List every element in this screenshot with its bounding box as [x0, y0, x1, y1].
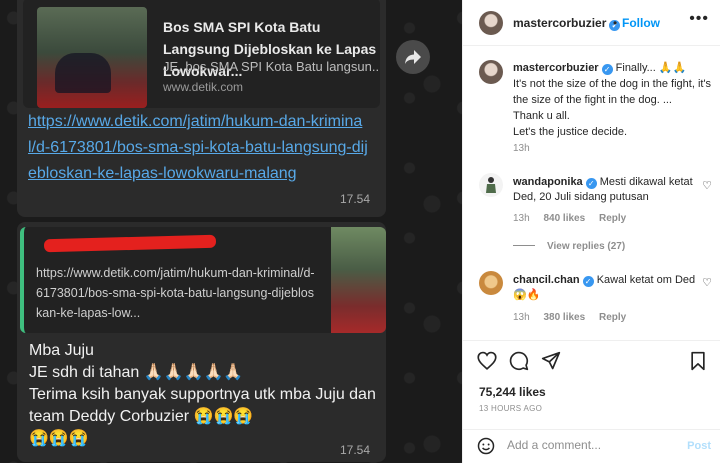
post-actions: 75,244 likes 13 HOURS AGO Post	[463, 340, 720, 463]
comment-likes[interactable]: 840 likes	[543, 213, 585, 224]
header-username[interactable]: mastercorbuzier ✓	[513, 16, 621, 31]
quoted-link-thumbnail	[331, 227, 386, 333]
quoted-link-url: https://www.detik.com/jatim/hukum-dan-kr…	[36, 266, 315, 320]
avatar[interactable]	[479, 11, 503, 35]
likes-count[interactable]: 75,244 likes	[479, 385, 546, 399]
header-separator: •	[613, 16, 618, 30]
comment-timestamp[interactable]: 13h	[513, 213, 530, 224]
post-media-image[interactable]: Bos SMA SPI Kota Batu Langsung Dijeblosk…	[0, 0, 462, 463]
message-line: 😭😭😭	[29, 430, 89, 447]
link-preview-domain: www.detik.com	[163, 80, 244, 94]
redacted-name-bar	[43, 234, 217, 253]
message-text: Mba Juju JE sdh di tahan 🙏🏻🙏🏻🙏🏻🙏🏻🙏🏻 Teri…	[29, 340, 379, 450]
comment-likes[interactable]: 380 likes	[543, 312, 585, 323]
link-preview-card[interactable]: Bos SMA SPI Kota Batu Langsung Dijeblosk…	[23, 0, 380, 108]
quoted-link-preview[interactable]: https://www.detik.com/jatim/hukum-dan-kr…	[20, 227, 386, 333]
username-text: mastercorbuzier	[513, 16, 607, 30]
caption-text-line: Thank u all.	[513, 110, 570, 122]
comment-username[interactable]: chancil.chan	[513, 274, 580, 286]
reply-button[interactable]: Reply	[599, 213, 626, 224]
post-caption: mastercorbuzier ✓ Finally... 🙏🙏 It's not …	[513, 60, 713, 140]
comment-bubble-icon[interactable]	[509, 351, 529, 377]
comment-body: chancil.chan ✓ Kawal ketat om Ded 😱🔥	[513, 273, 703, 303]
avatar[interactable]	[479, 173, 503, 197]
avatar[interactable]	[479, 271, 503, 295]
follow-button[interactable]: Follow	[622, 16, 660, 30]
comment-username[interactable]: wandaponika	[513, 176, 583, 188]
verified-badge-icon: ✓	[585, 178, 597, 189]
emoji-smiley-icon[interactable]	[477, 437, 495, 460]
view-replies-button[interactable]: View replies (27)	[513, 241, 625, 252]
link-preview-thumbnail	[37, 7, 147, 108]
avatar[interactable]	[479, 60, 503, 84]
person-figure-icon	[486, 177, 496, 193]
like-heart-icon[interactable]	[477, 351, 497, 376]
chat-bubble-1: Bos SMA SPI Kota Batu Langsung Dijeblosk…	[17, 0, 386, 217]
verified-badge-icon: ✓	[582, 276, 594, 287]
like-comment-heart-icon[interactable]: ♡	[702, 179, 712, 192]
article-link[interactable]: https://www.detik.com/jatim/hukum-dan-kr…	[28, 109, 368, 187]
share-paper-plane-icon[interactable]	[541, 351, 561, 377]
comment-meta: 13h 840 likes Reply	[513, 213, 637, 224]
comment-body: wandaponika ✓ Mesti dikawal ketat Ded, 20…	[513, 175, 703, 205]
message-line: Mba Juju	[29, 342, 94, 359]
caption-text-line: Let's the justice decide.	[513, 126, 628, 138]
chat-bubble-2: https://www.detik.com/jatim/hukum-dan-kr…	[17, 222, 386, 462]
reply-button[interactable]: Reply	[599, 312, 626, 323]
message-timestamp: 17.54	[340, 443, 371, 457]
bookmark-icon[interactable]	[689, 351, 707, 377]
post-comment-button[interactable]: Post	[687, 440, 711, 452]
comment-timestamp[interactable]: 13h	[513, 312, 530, 323]
post-timestamp[interactable]: 13 HOURS AGO	[479, 404, 542, 413]
comment-input[interactable]	[507, 438, 667, 452]
like-comment-heart-icon[interactable]: ♡	[702, 276, 712, 289]
add-comment-bar: Post	[463, 429, 720, 463]
caption-timestamp[interactable]: 13h	[513, 143, 530, 154]
message-line: JE sdh di tahan 🙏🏻🙏🏻🙏🏻🙏🏻🙏🏻	[29, 364, 244, 381]
verified-badge-icon: ✓	[601, 64, 613, 75]
caption-username[interactable]: mastercorbuzier	[513, 62, 599, 74]
caption-text-line: Finally... 🙏🙏	[615, 62, 687, 74]
more-horizontal-icon[interactable]: •••	[689, 10, 709, 28]
post-side-panel: mastercorbuzier ✓ • Follow ••• mastercorb…	[462, 0, 720, 463]
caption-text-line: It's not the size of the dog in the figh…	[513, 78, 712, 106]
message-timestamp: 17.54	[340, 192, 371, 206]
forward-icon	[405, 50, 421, 64]
forward-button[interactable]	[396, 40, 430, 74]
link-preview-description: JE, bos SMA SPI Kota Batu langsun...	[163, 59, 378, 74]
post-header: mastercorbuzier ✓ • Follow •••	[463, 0, 720, 46]
message-line: Terima ksih banyak supportnya utk mba Ju…	[29, 386, 376, 425]
comment-meta: 13h 380 likes Reply	[513, 312, 637, 323]
